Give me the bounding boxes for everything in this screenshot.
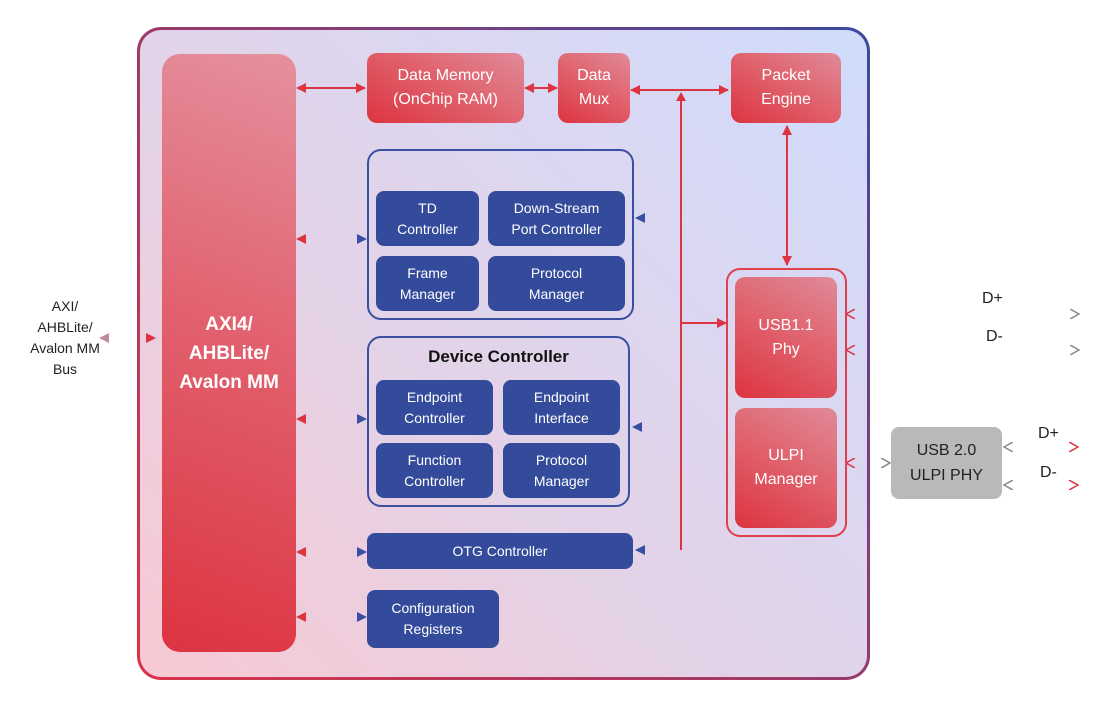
ulpi-dplus-label: D+ <box>1038 425 1059 442</box>
ulpi-manager-block[interactable]: ULPI Manager <box>735 408 837 528</box>
otg-controller-block[interactable]: OTG Controller <box>367 533 633 569</box>
host-protocol-manager-block[interactable]: Protocol Manager <box>488 256 625 311</box>
usb11-dplus-label: D+ <box>982 290 1003 307</box>
trunk-arrowhead <box>676 92 686 101</box>
td-controller-block[interactable]: TD Controller <box>376 191 479 246</box>
endpoint-interface-block[interactable]: Endpoint Interface <box>503 380 620 435</box>
data-mux-block[interactable]: Data Mux <box>558 53 630 123</box>
packet-engine-block[interactable]: Packet Engine <box>731 53 841 123</box>
downstream-port-controller-block[interactable]: Down-Stream Port Controller <box>488 191 625 246</box>
ulpi-dminus-label: D- <box>1040 464 1057 481</box>
usb11-dminus-label: D- <box>986 328 1003 345</box>
device-controller-title: Device Controller <box>428 347 569 366</box>
usb11-phy-block[interactable]: USB1.1 Phy <box>735 277 837 398</box>
config-registers-block[interactable]: Configuration Registers <box>367 590 499 648</box>
endpoint-controller-block[interactable]: Endpoint Controller <box>376 380 493 435</box>
data-memory-block[interactable]: Data Memory (OnChip RAM) <box>367 53 524 123</box>
external-bus-label: AXI/ AHBLite/ Avalon MM Bus <box>30 298 100 377</box>
frame-manager-block[interactable]: Frame Manager <box>376 256 479 311</box>
usb20-ulpi-phy-block[interactable]: USB 2.0 ULPI PHY <box>891 427 1002 499</box>
function-controller-block[interactable]: Function Controller <box>376 443 493 498</box>
bus-interface-block[interactable]: AXI4/ AHBLite/ Avalon MM <box>162 54 296 652</box>
device-protocol-manager-block[interactable]: Protocol Manager <box>503 443 620 498</box>
